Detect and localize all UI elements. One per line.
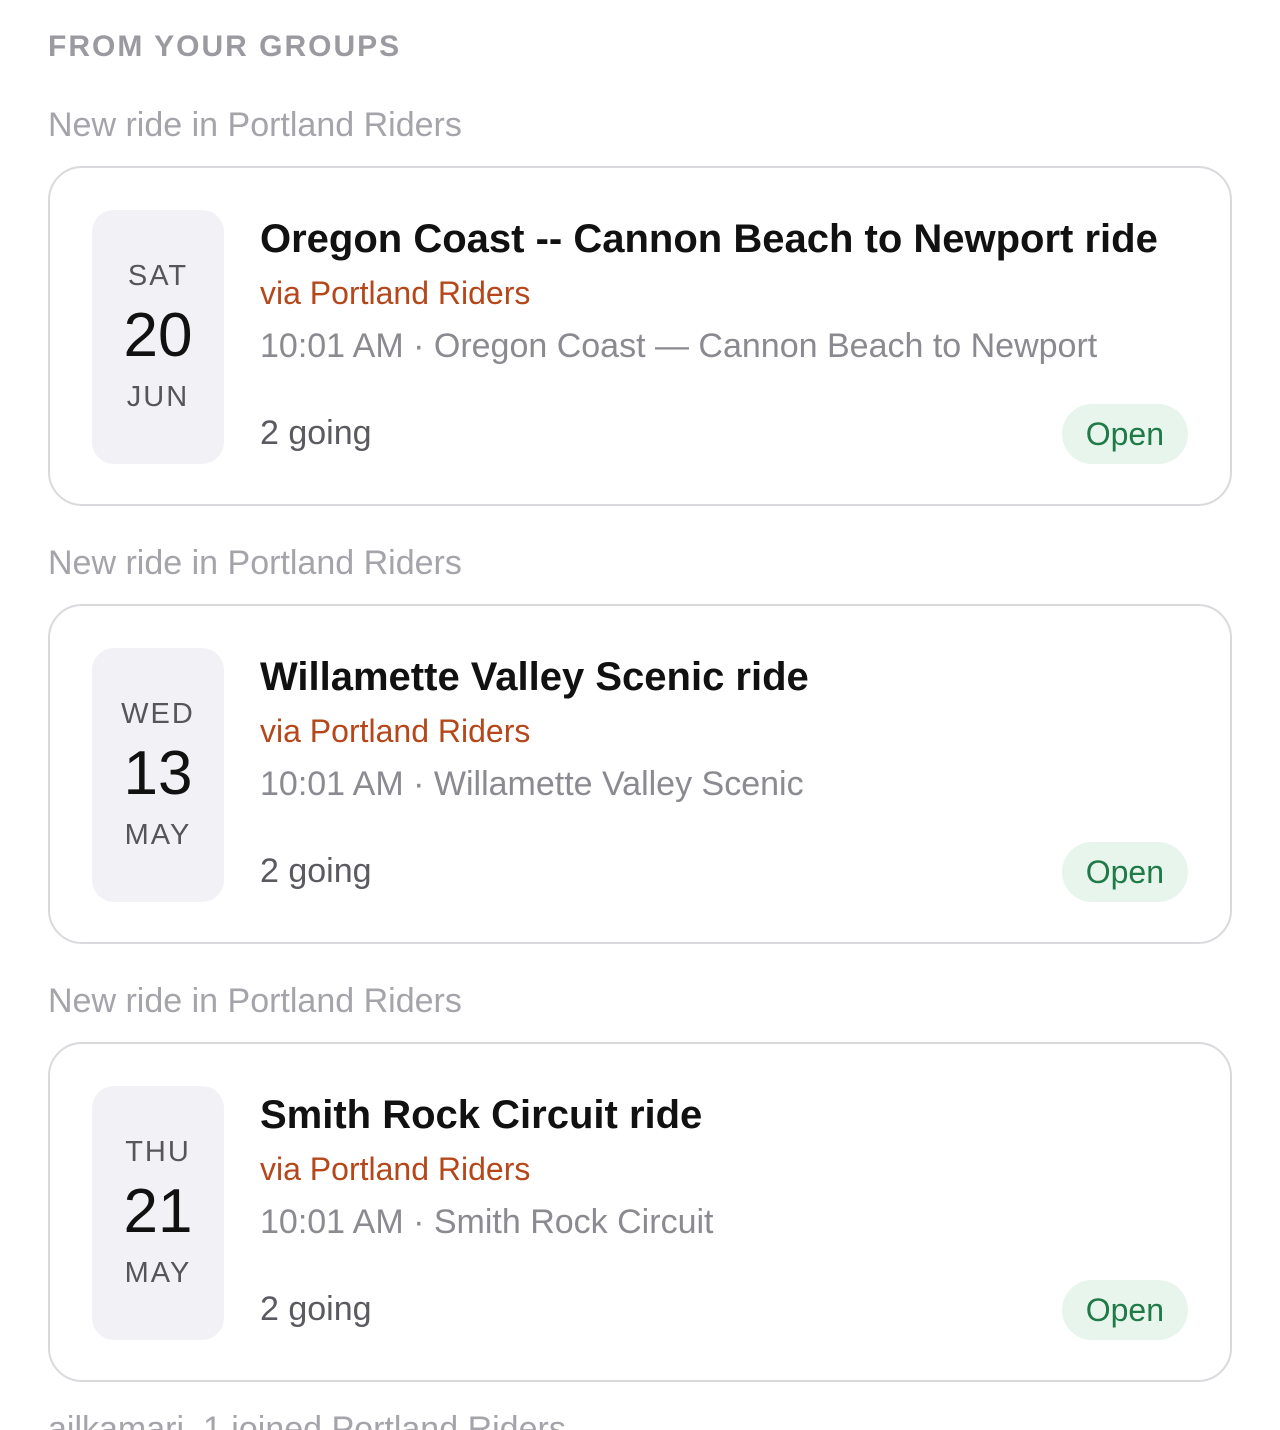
open-status-button[interactable]: Open [1061, 404, 1188, 464]
section-header: FROM YOUR GROUPS [48, 30, 402, 63]
ride-meta: 10:01 AM · Willamette Valley Scenic [260, 765, 804, 804]
ride-meta: 10:01 AM · Smith Rock Circuit [260, 1203, 714, 1242]
ride-meta: 10:01 AM · Oregon Coast — Cannon Beach t… [260, 327, 1098, 366]
going-count: 2 going [260, 852, 372, 890]
date-weekday: SAT [127, 260, 189, 292]
date-weekday: THU [125, 1136, 191, 1168]
open-status-button[interactable]: Open [1061, 1280, 1188, 1340]
open-status-button[interactable]: Open [1061, 842, 1188, 902]
groups-feed: FROM YOUR GROUPS New ride in Portland Ri… [0, 0, 1280, 1430]
group-note: New ride in Portland Riders [48, 106, 462, 144]
ride-title: Smith Rock Circuit ride [260, 1093, 703, 1137]
date-day: 21 [123, 1177, 193, 1246]
ride-card[interactable]: SAT 20 JUN Oregon Coast -- Cannon Beach … [48, 166, 1232, 506]
date-month: MAY [124, 1257, 192, 1289]
date-month: JUN [126, 381, 190, 413]
group-note: New ride in Portland Riders [48, 544, 462, 582]
ride-card[interactable]: THU 21 MAY Smith Rock Circuit ride via P… [48, 1042, 1232, 1382]
ride-title: Oregon Coast -- Cannon Beach to Newport … [260, 217, 1158, 261]
date-day: 20 [123, 301, 193, 370]
ride-card[interactable]: WED 13 MAY Willamette Valley Scenic ride… [48, 604, 1232, 944]
date-weekday: WED [121, 698, 195, 730]
going-count: 2 going [260, 414, 372, 452]
ride-content: Smith Rock Circuit ride via Portland Rid… [260, 1092, 1190, 1243]
date-badge: SAT 20 JUN [92, 210, 224, 464]
ride-group-link[interactable]: via Portland Riders [260, 1150, 1190, 1188]
date-month: MAY [124, 819, 192, 851]
date-badge: WED 13 MAY [92, 648, 224, 902]
partial-group-note: ailkamari_1 joined Portland Riders [48, 1410, 566, 1430]
group-note: New ride in Portland Riders [48, 982, 462, 1020]
ride-content: Willamette Valley Scenic ride via Portla… [260, 654, 1190, 805]
date-day: 13 [123, 739, 193, 808]
ride-group-link[interactable]: via Portland Riders [260, 712, 1190, 750]
date-badge: THU 21 MAY [92, 1086, 224, 1340]
going-count: 2 going [260, 1290, 372, 1328]
ride-group-link[interactable]: via Portland Riders [260, 274, 1190, 312]
ride-title: Willamette Valley Scenic ride [260, 655, 809, 699]
ride-content: Oregon Coast -- Cannon Beach to Newport … [260, 216, 1190, 367]
